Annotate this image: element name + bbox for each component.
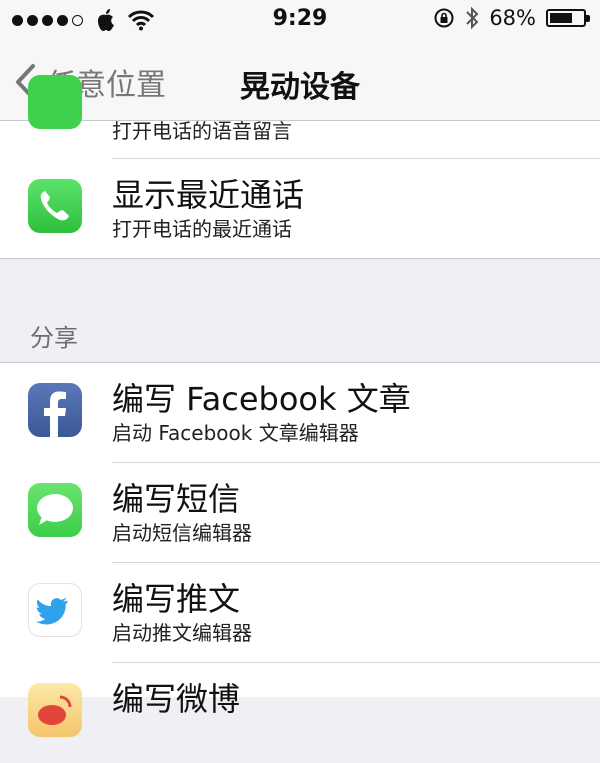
list-item-title: 编写 Facebook 文章 bbox=[112, 380, 411, 418]
rotation-lock-icon bbox=[434, 8, 454, 28]
list-item-facebook[interactable]: 编写 Facebook 文章 启动 Facebook 文章编辑器 bbox=[0, 363, 600, 463]
facebook-icon bbox=[28, 383, 82, 437]
section-header-share: 分享 bbox=[30, 324, 78, 352]
page-title: 晃动设备 bbox=[240, 70, 360, 105]
list-item-subtitle: 启动短信编辑器 bbox=[112, 521, 252, 545]
list-item-subtitle: 启动推文编辑器 bbox=[112, 621, 252, 645]
battery-icon bbox=[546, 9, 590, 27]
list-item-weibo[interactable]: 编写微博 bbox=[0, 663, 600, 763]
phone-group: 打开电话的语音留言 显示最近通话 打开电话的最近通话 bbox=[0, 75, 600, 258]
phone-icon bbox=[28, 75, 82, 129]
group-divider bbox=[0, 258, 600, 259]
list-item-twitter[interactable]: 编写推文 启动推文编辑器 bbox=[0, 563, 600, 663]
battery-percent: 68% bbox=[489, 6, 536, 30]
list-item-subtitle: 启动 Facebook 文章编辑器 bbox=[112, 421, 359, 445]
list-item-voicemail[interactable]: 打开电话的语音留言 bbox=[0, 75, 600, 159]
list-item-subtitle: 打开电话的最近通话 bbox=[112, 217, 292, 241]
list-item-title: 显示最近通话 bbox=[112, 176, 305, 214]
share-group: 编写 Facebook 文章 启动 Facebook 文章编辑器 编写短信 启动… bbox=[0, 363, 600, 737]
list-item-title: 编写短信 bbox=[112, 480, 241, 518]
twitter-icon bbox=[28, 583, 82, 637]
list-item-recent-calls[interactable]: 显示最近通话 打开电话的最近通话 bbox=[0, 159, 600, 258]
phone-icon bbox=[28, 179, 82, 233]
navigation-bar: 任意位置 晃动设备 bbox=[0, 38, 600, 121]
weibo-icon bbox=[28, 683, 82, 737]
list-item-title: 编写推文 bbox=[112, 580, 241, 618]
list-item-subtitle: 打开电话的语音留言 bbox=[112, 119, 292, 143]
list-item-title: 编写微博 bbox=[112, 680, 241, 718]
messages-icon bbox=[28, 483, 82, 537]
bluetooth-icon bbox=[466, 6, 479, 30]
list-item-messages[interactable]: 编写短信 启动短信编辑器 bbox=[0, 463, 600, 563]
status-bar: 9:29 68% bbox=[0, 0, 600, 38]
